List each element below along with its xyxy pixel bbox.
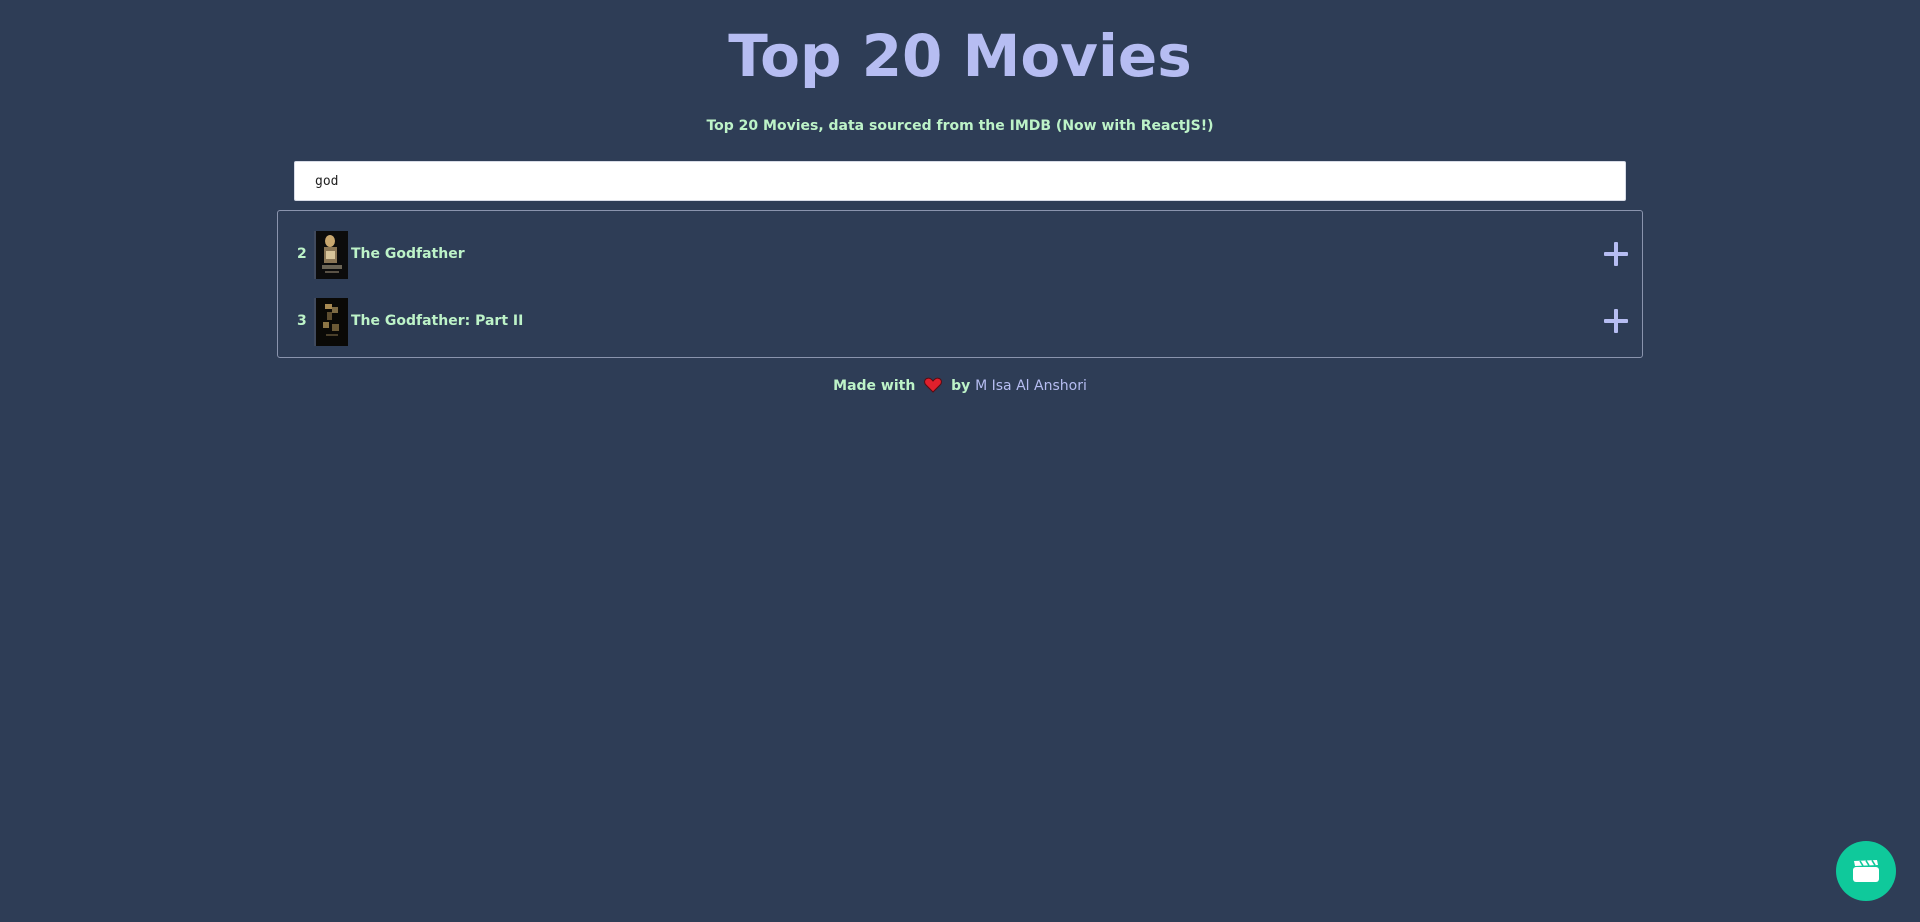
footer-by: by [951, 378, 971, 394]
movie-list: 2 The Godfather 3 The Godfather: Part II [277, 210, 1643, 358]
movie-title[interactable]: The Godfather: Part II [351, 313, 523, 329]
movie-poster [314, 298, 348, 346]
author-link[interactable]: M Isa Al Anshori [975, 378, 1087, 394]
footer-made-with: Made with [833, 378, 916, 394]
clapperboard-icon [1853, 859, 1879, 882]
list-item: 3 The Godfather: Part II [278, 298, 1642, 348]
plus-icon[interactable] [1603, 308, 1629, 334]
movie-rank: 3 [297, 313, 307, 329]
page: Top 20 Movies Top 20 Movies, data source… [0, 0, 1920, 922]
search-input[interactable] [294, 161, 1626, 201]
movie-poster [314, 231, 348, 279]
page-title: Top 20 Movies [728, 22, 1192, 90]
footer: Made with by M Isa Al Anshori [0, 377, 1920, 397]
list-item: 2 The Godfather [278, 231, 1642, 281]
heart-icon [924, 377, 943, 397]
clapperboard-button[interactable] [1836, 841, 1896, 901]
page-subtitle: Top 20 Movies, data sourced from the IMD… [706, 118, 1214, 134]
plus-icon[interactable] [1603, 241, 1629, 267]
movie-title[interactable]: The Godfather [351, 246, 465, 262]
movie-rank: 2 [297, 246, 307, 262]
